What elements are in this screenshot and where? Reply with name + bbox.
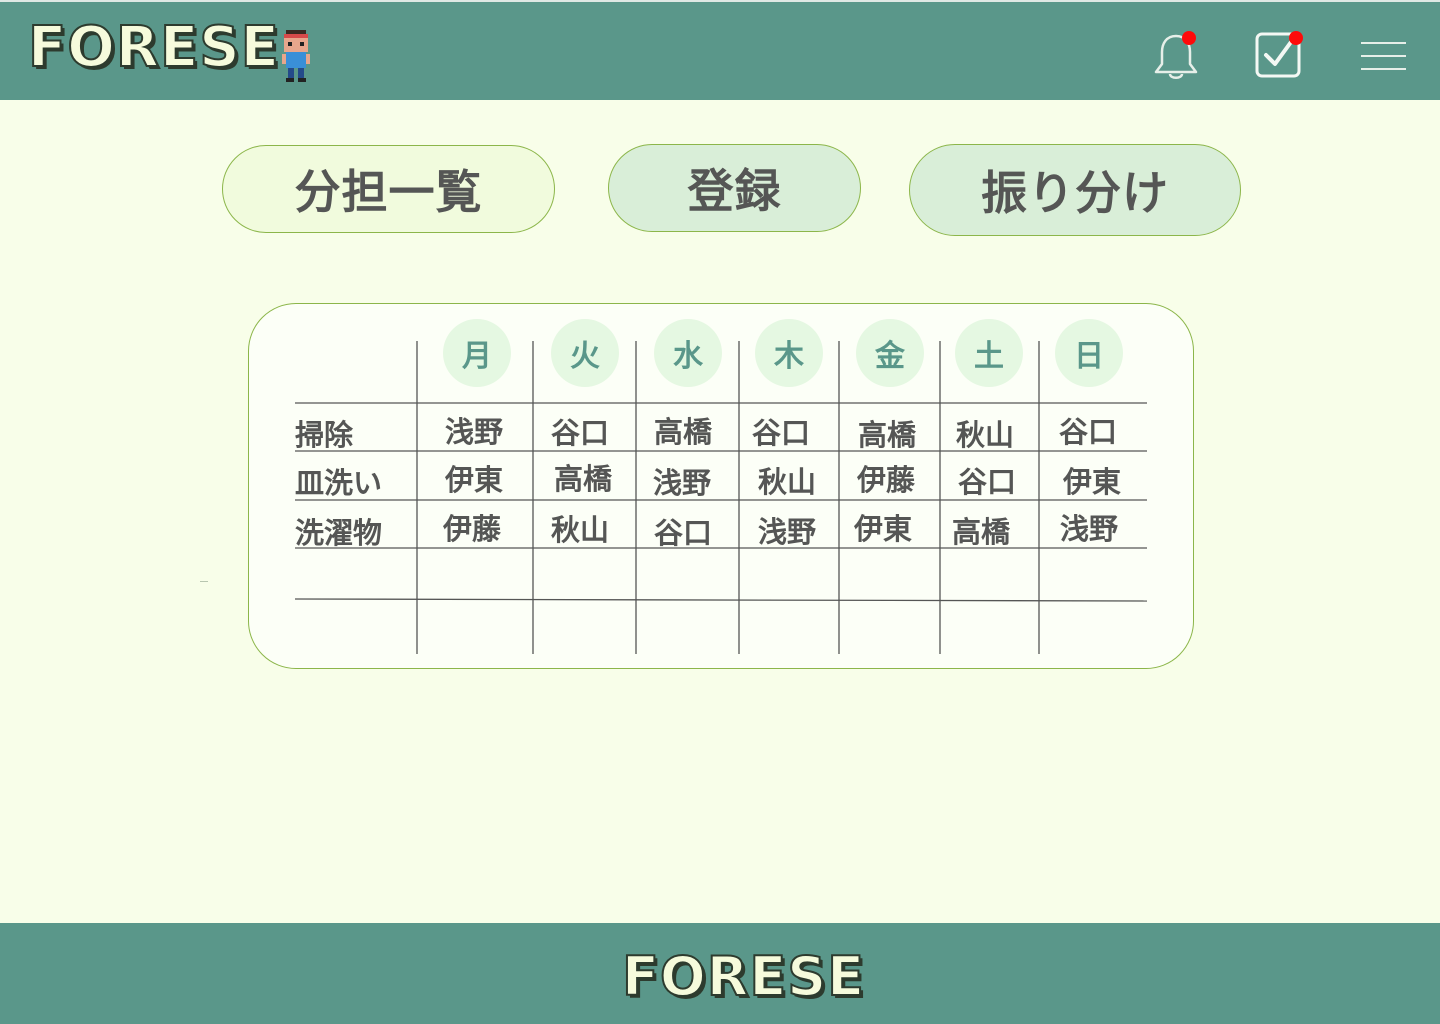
mascot-icon [282, 30, 310, 82]
assignee-cell[interactable]: 浅野 [445, 409, 503, 451]
day-header-mon: 月 [443, 319, 511, 387]
schedule-table: 月 火 水 木 金 土 日 掃除 皿洗い 洗濯物 浅野 谷口 高橋 谷口 高橋 … [248, 303, 1194, 669]
divider [200, 581, 208, 582]
tab-assign[interactable]: 振り分け [909, 144, 1241, 236]
assignee-cell[interactable]: 浅野 [758, 509, 816, 551]
day-header-tue: 火 [551, 319, 619, 387]
app-header: FORESE [0, 0, 1440, 100]
menu-button[interactable] [1358, 38, 1408, 74]
table-grid [294, 341, 1148, 654]
day-header-thu: 木 [755, 319, 823, 387]
footer-logo: FORESE [621, 945, 866, 1008]
assignee-cell[interactable]: 高橋 [952, 509, 1010, 551]
tab-assignment-list[interactable]: 分担一覧 [222, 145, 555, 233]
notification-badge [1182, 31, 1196, 45]
assignee-cell[interactable]: 谷口 [551, 410, 609, 452]
chore-label: 掃除 [295, 418, 354, 452]
assignee-cell[interactable]: 伊藤 [443, 506, 501, 548]
chore-label: 洗濯物 [295, 516, 383, 550]
assignee-cell[interactable]: 浅野 [1060, 506, 1118, 548]
day-header-sun: 日 [1055, 319, 1123, 387]
day-header-fri: 金 [856, 319, 924, 387]
tasks-button[interactable] [1254, 30, 1304, 82]
assignee-cell[interactable]: 伊東 [1063, 459, 1121, 501]
assignee-cell[interactable]: 谷口 [958, 459, 1016, 501]
assignee-cell[interactable]: 谷口 [654, 510, 712, 552]
assignee-cell[interactable]: 浅野 [653, 460, 711, 502]
tasks-badge [1289, 31, 1303, 45]
assignee-cell[interactable]: 秋山 [956, 412, 1014, 454]
assignee-cell[interactable]: 高橋 [554, 456, 612, 498]
day-header-sat: 土 [955, 319, 1023, 387]
assignee-cell[interactable]: 伊東 [854, 506, 912, 548]
chore-label: 皿洗い [295, 466, 383, 500]
assignee-cell[interactable]: 伊藤 [857, 457, 915, 499]
tab-register[interactable]: 登録 [608, 144, 861, 232]
assignee-cell[interactable]: 谷口 [1059, 409, 1117, 451]
assignee-cell[interactable]: 谷口 [752, 410, 810, 452]
assignee-cell[interactable]: 高橋 [858, 412, 916, 454]
assignee-cell[interactable]: 秋山 [551, 507, 609, 549]
hamburger-icon [1361, 42, 1406, 70]
assignee-cell[interactable]: 高橋 [654, 409, 712, 451]
assignee-cell[interactable]: 秋山 [758, 459, 816, 501]
day-header-wed: 水 [654, 319, 722, 387]
assignee-cell[interactable]: 伊東 [445, 457, 503, 499]
notification-button[interactable] [1152, 30, 1202, 82]
app-logo[interactable]: FORESE [27, 19, 280, 77]
